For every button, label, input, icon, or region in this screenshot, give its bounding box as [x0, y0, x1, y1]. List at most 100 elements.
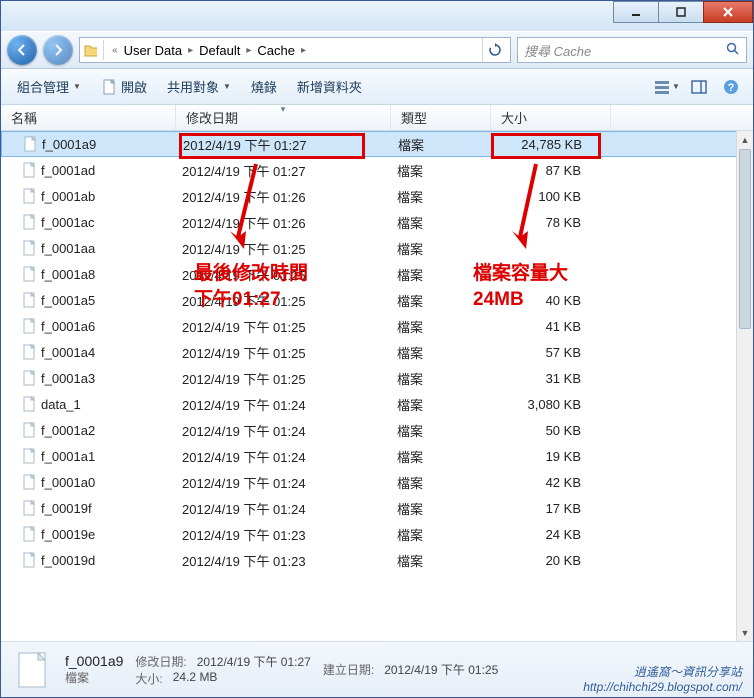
file-name: f_0001a4	[41, 345, 95, 360]
file-size: 78 KB	[491, 215, 611, 230]
file-row[interactable]: f_0001ad2012/4/19 下午 01:27檔案87 KB	[1, 157, 753, 183]
minimize-button[interactable]	[613, 1, 659, 23]
details-created-label: 建立日期:	[323, 661, 374, 678]
file-icon	[21, 370, 37, 386]
file-date: 2012/4/19 下午 01:27	[177, 135, 392, 154]
details-created: 2012/4/19 下午 01:25	[384, 661, 498, 678]
file-name: data_1	[41, 397, 81, 412]
file-name: f_0001a3	[41, 371, 95, 386]
file-row[interactable]: f_0001a52012/4/19 下午 01:25檔案40 KB	[1, 287, 753, 313]
details-size: 24.2 MB	[173, 670, 218, 687]
forward-button[interactable]	[43, 35, 73, 65]
help-button[interactable]: ?	[717, 75, 745, 99]
file-name: f_0001a5	[41, 293, 95, 308]
file-icon	[21, 552, 37, 568]
breadcrumb-separator: ▸	[186, 45, 195, 56]
file-type: 檔案	[391, 551, 491, 570]
file-type: 檔案	[391, 395, 491, 414]
file-size: 3,080 KB	[491, 397, 611, 412]
file-date: 2012/4/19 下午 01:25	[176, 343, 391, 362]
file-type: 檔案	[391, 499, 491, 518]
file-type: 檔案	[391, 447, 491, 466]
details-filetype: 檔案	[65, 669, 123, 686]
file-size: 20 KB	[491, 553, 611, 568]
view-menu[interactable]: ▼	[653, 75, 681, 99]
file-size: 100 KB	[491, 189, 611, 204]
file-name: f_0001a0	[41, 475, 95, 490]
file-date: 2012/4/19 下午 01:25	[176, 239, 391, 258]
breadcrumb[interactable]: Cache	[253, 43, 299, 58]
file-name: f_0001ac	[41, 215, 95, 230]
column-name[interactable]: 名稱	[1, 105, 176, 130]
file-row[interactable]: f_0001a22012/4/19 下午 01:24檔案50 KB	[1, 417, 753, 443]
file-type: 檔案	[391, 343, 491, 362]
back-button[interactable]	[7, 35, 37, 65]
file-icon	[21, 266, 37, 282]
file-name: f_00019d	[41, 553, 95, 568]
new-folder-button[interactable]: 新增資料夾	[289, 73, 370, 100]
column-date[interactable]: ▾修改日期	[176, 105, 391, 130]
search-icon	[726, 42, 740, 59]
watermark: 逍遙窩～資訊分享站 http://chihchi29.blogspot.com/	[583, 665, 742, 694]
file-date: 2012/4/19 下午 01:24	[176, 395, 391, 414]
file-type: 檔案	[391, 161, 491, 180]
file-row[interactable]: f_0001a12012/4/19 下午 01:24檔案19 KB	[1, 443, 753, 469]
file-icon	[21, 240, 37, 256]
file-date: 2012/4/19 下午 01:25	[176, 265, 391, 284]
file-type: 檔案	[391, 291, 491, 310]
file-type: 檔案	[391, 265, 491, 284]
breadcrumb[interactable]: Default	[195, 43, 244, 58]
file-icon	[21, 448, 37, 464]
file-size: 24,785 KB	[492, 137, 612, 152]
address-bar[interactable]: « User Data ▸ Default ▸ Cache ▸	[79, 37, 511, 63]
file-icon	[22, 136, 38, 152]
scroll-up-arrow[interactable]: ▲	[737, 131, 753, 148]
file-row[interactable]: f_0001ab2012/4/19 下午 01:26檔案100 KB	[1, 183, 753, 209]
breadcrumb-separator: ▸	[244, 45, 253, 56]
preview-pane-button[interactable]	[685, 75, 713, 99]
file-row[interactable]: f_00019e2012/4/19 下午 01:23檔案24 KB	[1, 521, 753, 547]
file-row[interactable]: data_1 2012/4/19 下午 01:24檔案3,080 KB	[1, 391, 753, 417]
maximize-button[interactable]	[658, 1, 704, 23]
breadcrumb-separator: ▸	[299, 45, 308, 56]
file-date: 2012/4/19 下午 01:26	[176, 187, 391, 206]
file-row[interactable]: f_00019f2012/4/19 下午 01:24檔案17 KB	[1, 495, 753, 521]
breadcrumb[interactable]: User Data	[120, 43, 187, 58]
file-icon	[21, 318, 37, 334]
refresh-button[interactable]	[482, 38, 506, 62]
organize-menu[interactable]: 組合管理▼	[9, 73, 89, 100]
file-row[interactable]: f_0001ac2012/4/19 下午 01:26檔案78 KB	[1, 209, 753, 235]
share-menu[interactable]: 共用對象▼	[159, 73, 239, 100]
search-box[interactable]: 搜尋 Cache	[517, 37, 747, 63]
file-icon	[21, 526, 37, 542]
file-size: 50 KB	[491, 423, 611, 438]
file-row[interactable]: f_0001aa2012/4/19 下午 01:25檔案	[1, 235, 753, 261]
file-row[interactable]: f_00019d2012/4/19 下午 01:23檔案20 KB	[1, 547, 753, 573]
column-type[interactable]: 類型	[391, 105, 491, 130]
file-type: 檔案	[391, 187, 491, 206]
file-row[interactable]: f_0001a02012/4/19 下午 01:24檔案42 KB	[1, 469, 753, 495]
scroll-down-arrow[interactable]: ▼	[737, 624, 753, 641]
file-name: f_0001a1	[41, 449, 95, 464]
file-size: 31 KB	[491, 371, 611, 386]
open-button[interactable]: 開啟	[93, 73, 155, 100]
file-icon	[101, 79, 117, 95]
file-row[interactable]: f_0001a92012/4/19 下午 01:27檔案24,785 KB	[1, 131, 753, 157]
explorer-window: « User Data ▸ Default ▸ Cache ▸ 搜尋 Cache…	[0, 0, 754, 698]
burn-button[interactable]: 燒錄	[243, 73, 285, 100]
folder-icon	[84, 40, 104, 60]
file-name: f_0001a9	[42, 137, 96, 152]
file-icon	[21, 214, 37, 230]
file-name: f_0001a6	[41, 319, 95, 334]
file-row[interactable]: f_0001a32012/4/19 下午 01:25檔案31 KB	[1, 365, 753, 391]
close-button[interactable]	[703, 1, 753, 23]
file-row[interactable]: f_0001a62012/4/19 下午 01:25檔案41 KB	[1, 313, 753, 339]
details-modified: 2012/4/19 下午 01:27	[197, 653, 311, 670]
file-date: 2012/4/19 下午 01:23	[176, 525, 391, 544]
file-type: 檔案	[391, 473, 491, 492]
column-size[interactable]: 大小	[491, 105, 611, 130]
file-row[interactable]: f_0001a42012/4/19 下午 01:25檔案57 KB	[1, 339, 753, 365]
scroll-thumb[interactable]	[739, 149, 751, 329]
vertical-scrollbar[interactable]: ▲ ▼	[736, 131, 753, 641]
file-row[interactable]: f_0001a82012/4/19 下午 01:25檔案	[1, 261, 753, 287]
